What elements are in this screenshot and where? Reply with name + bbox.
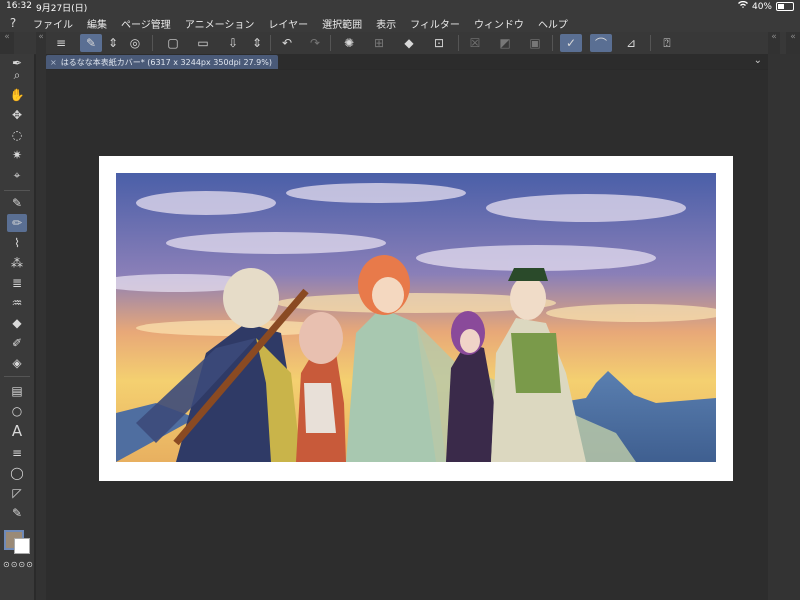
menu-help[interactable]: ヘルプ	[531, 16, 575, 31]
wifi-icon	[737, 0, 748, 12]
left-dock-handle-inner[interactable]: «	[36, 32, 46, 600]
balloon-icon[interactable]: ◯	[7, 464, 27, 482]
line-icon[interactable]: ◸	[7, 484, 27, 502]
status-bar: 16:32 9月27日(日) 40%	[0, 0, 800, 14]
menu-bar: ? ファイル 編集 ページ管理 アニメーション レイヤー 選択範囲 表示 フィル…	[0, 14, 800, 32]
edit-icon[interactable]: ✎	[80, 34, 102, 52]
close-icon[interactable]: ×	[50, 58, 57, 67]
shape-icon[interactable]: ○	[7, 402, 27, 420]
airbrush-icon[interactable]: ⁂	[7, 254, 27, 272]
auto-select-icon[interactable]: ✷	[7, 146, 27, 164]
pencil-icon[interactable]: ✏	[7, 214, 27, 232]
command-toolbar: ≡ ✎ ⇕ ◎ ▢ ▭ ⇩ ⇕ ↶ ↷ ✺ ⊞ ◆ ⊡ ☒ ◩ ▣ ✓ ⌒ ⊿ …	[0, 32, 800, 55]
move-icon[interactable]: ✥	[7, 106, 27, 124]
frame-icon[interactable]: ▣	[524, 34, 546, 52]
blend-icon[interactable]: ♒	[7, 294, 27, 312]
new-icon[interactable]: ▢	[162, 34, 184, 52]
menu-layer[interactable]: レイヤー	[261, 16, 315, 31]
menu-filter[interactable]: フィルター	[403, 16, 467, 31]
eyedropper-icon[interactable]: ⌖	[7, 166, 27, 184]
toolbar-divider	[458, 35, 459, 51]
help-icon[interactable]: ⍰	[656, 34, 678, 52]
fill-icon[interactable]: ◆	[398, 34, 420, 52]
brush-icon[interactable]: ⌇	[7, 234, 27, 252]
document-tab-bar: × はるなな本表紙カバー* (6317 x 3244px 350dpi 27.9…	[46, 55, 768, 69]
document-tab-label: はるなな本表紙カバー* (6317 x 3244px 350dpi 27.9%)	[60, 57, 272, 67]
app-logo-icon[interactable]: ?	[0, 16, 26, 30]
tool-palette: ✒ ⌕ ✋ ✥ ◌ ✷ ⌖ ✎ ✏ ⌇ ⁂ ≣ ♒ ◆ ✐ ◈ ▤ ○ A ≡ …	[0, 54, 34, 600]
transform-icon[interactable]: ⊞	[368, 34, 390, 52]
menu-view[interactable]: 表示	[369, 16, 403, 31]
updown-icon[interactable]: ⇕	[246, 34, 268, 52]
brush-correct-icon[interactable]: ⌒	[590, 34, 612, 52]
gradient-icon[interactable]: ▤	[7, 382, 27, 400]
status-right: 40%	[737, 0, 794, 12]
toolbar-divider	[650, 35, 651, 51]
text-icon[interactable]: A	[7, 422, 27, 440]
decoration-icon[interactable]: ≣	[7, 274, 27, 292]
rotate-icon[interactable]: ◎	[124, 34, 146, 52]
fill-tool-icon[interactable]: ◈	[7, 354, 27, 372]
menu-page[interactable]: ページ管理	[114, 16, 178, 31]
battery-percent: 40%	[751, 1, 772, 12]
clock: 16:32	[6, 1, 32, 11]
pen-tool-icon[interactable]: ✎	[7, 194, 27, 212]
menu-window[interactable]: ウィンドウ	[467, 16, 531, 31]
menu-selection[interactable]: 選択範囲	[315, 16, 369, 31]
battery-fill	[778, 4, 784, 9]
eraser-icon[interactable]: ◆	[7, 314, 27, 332]
hand-icon[interactable]: ✋	[7, 86, 27, 104]
loading-icon[interactable]: ✺	[338, 34, 360, 52]
artwork-illustration	[116, 173, 716, 462]
color-mode-icons[interactable]: ⊙⊙⊙⊙	[3, 560, 34, 569]
open-icon[interactable]: ▭	[192, 34, 214, 52]
date: 9月27日(日)	[36, 4, 88, 14]
updown-icon[interactable]: ⇕	[102, 34, 124, 52]
ruler-icon[interactable]: ⊿	[620, 34, 642, 52]
crop-icon[interactable]: ⊡	[428, 34, 450, 52]
frame-icon[interactable]: ≡	[7, 444, 27, 462]
menu-animation[interactable]: アニメーション	[178, 16, 262, 31]
tool-divider	[4, 376, 30, 377]
document-tab[interactable]: × はるなな本表紙カバー* (6317 x 3244px 350dpi 27.9…	[46, 55, 278, 69]
toolbar-divider	[270, 35, 271, 51]
layer-icon[interactable]: ◩	[494, 34, 516, 52]
artwork-canvas[interactable]	[116, 173, 716, 462]
undo-icon[interactable]: ↶	[276, 34, 298, 52]
sub-color-swatch[interactable]	[14, 538, 30, 554]
save-icon[interactable]: ⇩	[222, 34, 244, 52]
eyedropper-icon[interactable]: ✎	[7, 504, 27, 522]
redo-icon[interactable]: ↷	[304, 34, 326, 52]
correct-icon[interactable]: ✐	[7, 334, 27, 352]
pen-correct-icon[interactable]: ✓	[560, 34, 582, 52]
menu-file[interactable]: ファイル	[26, 16, 80, 31]
lasso-icon[interactable]: ◌	[7, 126, 27, 144]
toolbar-divider	[330, 35, 331, 51]
tool-divider	[4, 190, 30, 191]
zoom-icon[interactable]: ⌕	[7, 66, 27, 84]
toolbar-divider	[552, 35, 553, 51]
battery-icon	[776, 2, 794, 11]
chevron-down-icon[interactable]: ⌄	[754, 55, 762, 66]
right-dock	[768, 54, 800, 600]
menu-edit[interactable]: 編集	[80, 16, 114, 31]
checkbox-icon[interactable]: ☒	[464, 34, 486, 52]
toolbar-divider	[152, 35, 153, 51]
menu-icon[interactable]: ≡	[50, 34, 72, 52]
